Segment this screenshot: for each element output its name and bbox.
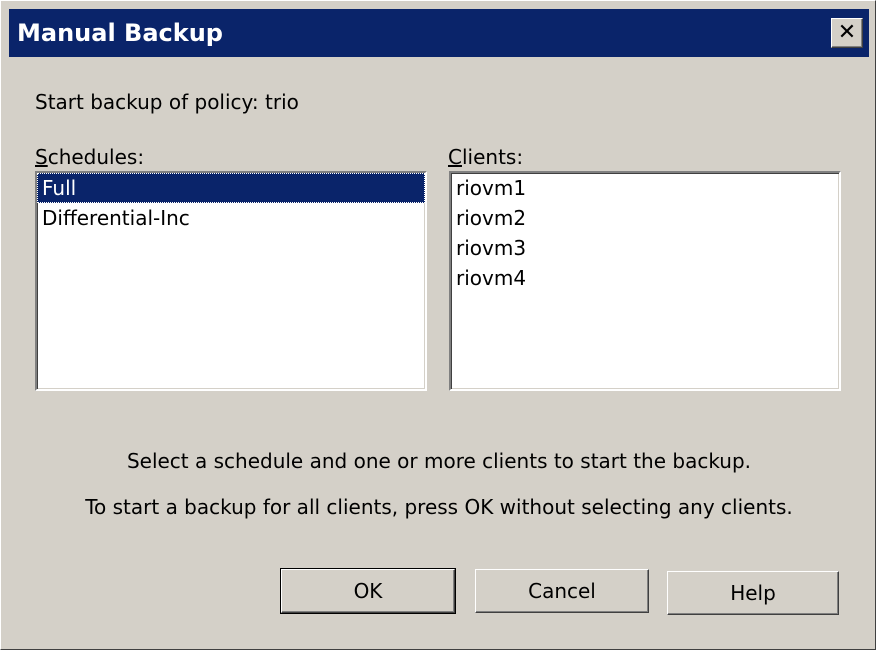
ok-button[interactable]: OK bbox=[280, 568, 456, 614]
close-button[interactable]: ✕ bbox=[831, 18, 863, 48]
manual-backup-dialog: Manual Backup ✕ Start backup of policy: … bbox=[0, 0, 876, 650]
client-item-riovm1[interactable]: riovm1 bbox=[451, 173, 839, 203]
clients-listbox[interactable]: riovm1 riovm2 riovm3 riovm4 bbox=[449, 171, 841, 391]
help-button[interactable]: Help bbox=[667, 571, 839, 615]
client-item-riovm4[interactable]: riovm4 bbox=[451, 263, 839, 293]
window-title: Manual Backup bbox=[17, 19, 223, 47]
schedules-listbox[interactable]: Full Differential-Inc bbox=[35, 171, 427, 391]
cancel-button[interactable]: Cancel bbox=[475, 569, 649, 613]
clients-label: Clients: bbox=[448, 144, 523, 170]
clients-label-text: lients: bbox=[461, 145, 524, 169]
schedules-label-mnemonic: S bbox=[35, 145, 48, 169]
close-icon: ✕ bbox=[837, 20, 857, 45]
instruction-line-1: Select a schedule and one or more client… bbox=[126, 449, 752, 473]
title-bar[interactable]: Manual Backup ✕ bbox=[9, 9, 869, 57]
schedules-label-text: chedules: bbox=[47, 145, 145, 169]
schedules-label: Schedules: bbox=[35, 144, 144, 170]
client-item-riovm2[interactable]: riovm2 bbox=[451, 203, 839, 233]
client-item-riovm3[interactable]: riovm3 bbox=[451, 233, 839, 263]
schedule-item-full[interactable]: Full bbox=[37, 173, 425, 203]
instruction-line-2: To start a backup for all clients, press… bbox=[85, 495, 793, 519]
policy-label: Start backup of policy: trio bbox=[35, 90, 299, 114]
clients-label-mnemonic: C bbox=[448, 145, 462, 169]
schedule-item-differential-inc[interactable]: Differential-Inc bbox=[37, 203, 425, 233]
